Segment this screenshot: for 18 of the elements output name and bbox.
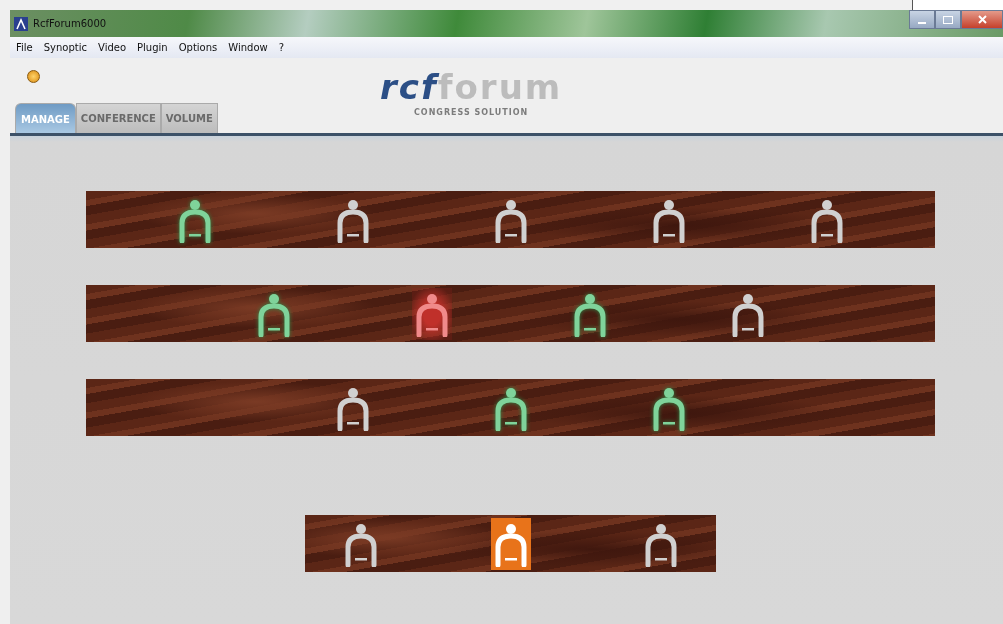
status-led-icon bbox=[27, 70, 40, 83]
minimize-button[interactable] bbox=[909, 10, 935, 29]
menu-item[interactable]: Window bbox=[228, 42, 268, 53]
maximize-button[interactable] bbox=[935, 10, 961, 29]
window-title: RcfForum6000 bbox=[33, 18, 107, 29]
menu-item[interactable]: Plugin bbox=[137, 42, 168, 53]
menu-item[interactable]: Video bbox=[98, 42, 127, 53]
menu-item[interactable]: File bbox=[16, 42, 33, 53]
app-icon bbox=[14, 16, 28, 31]
close-button[interactable] bbox=[961, 10, 1003, 29]
menu-item[interactable]: Options bbox=[178, 42, 218, 53]
logo: rcfforum bbox=[380, 68, 563, 106]
close-icon bbox=[977, 15, 987, 24]
logo-tagline: CONGRESS SOLUTION bbox=[414, 108, 529, 117]
microphone-seat-icon[interactable] bbox=[490, 517, 531, 570]
microphone-seat-icon[interactable] bbox=[411, 287, 452, 340]
menu-item[interactable]: ? bbox=[278, 42, 284, 53]
menu-item[interactable]: Synoptic bbox=[43, 42, 87, 53]
